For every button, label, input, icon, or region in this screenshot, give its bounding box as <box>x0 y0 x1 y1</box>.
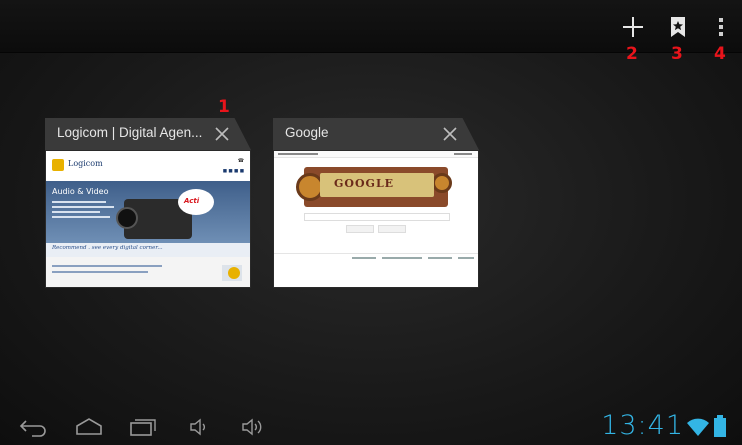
footer-logo-icon <box>228 267 240 279</box>
clock: 13:41 <box>601 410 684 441</box>
doodle-wheel-right <box>432 173 452 193</box>
logicom-logo-icon <box>52 159 64 171</box>
new-tab-button[interactable] <box>620 14 646 40</box>
lucky-button <box>378 225 406 233</box>
footer-link <box>458 257 474 259</box>
wifi-icon <box>687 418 709 436</box>
recent-apps-icon <box>130 419 156 436</box>
tab-close-button[interactable] <box>213 125 231 143</box>
topbar-links <box>278 153 318 155</box>
recent-apps-button[interactable] <box>128 417 158 441</box>
battery-icon <box>714 415 726 437</box>
tab-google[interactable]: Google GOOGLE <box>273 118 479 288</box>
tab-title: Logicom | Digital Agen... <box>57 125 203 140</box>
tab-thumbnail[interactable]: Logicom ☎ ■ ■ ■ ■ Audio & Video Acti Rec… <box>45 150 251 288</box>
tab-title: Google <box>285 125 329 140</box>
badge-text: Acti <box>184 197 200 205</box>
close-icon <box>215 127 229 141</box>
callout-4: 4 <box>714 44 726 64</box>
hero-line <box>52 201 106 203</box>
footer-link <box>382 257 422 259</box>
home-button[interactable] <box>74 416 104 440</box>
volume-up-button[interactable] <box>240 418 268 440</box>
tab-close-button[interactable] <box>441 125 459 143</box>
tagline-text: Recommend . see every digital corner... <box>52 245 163 251</box>
hero-line <box>52 216 110 218</box>
hero-line <box>52 206 114 208</box>
volume-down-icon <box>190 418 205 436</box>
callout-3: 3 <box>671 44 683 64</box>
volume-up-icon <box>242 418 262 436</box>
hero-title: Audio & Video <box>52 187 109 196</box>
footer-divider <box>274 253 478 254</box>
logo-text: Logicom <box>68 159 103 168</box>
search-box <box>304 213 450 221</box>
volume-down-button[interactable] <box>188 418 212 440</box>
hero-line <box>52 211 100 213</box>
plus-icon <box>623 17 643 37</box>
footer-link <box>352 257 376 259</box>
home-icon <box>76 418 102 435</box>
tab-logicom[interactable]: Logicom | Digital Agen... Logicom ☎ ■ ■ … <box>45 118 251 288</box>
callout-2: 2 <box>626 44 638 64</box>
close-icon <box>443 127 457 141</box>
back-icon <box>19 420 46 437</box>
footer-link <box>428 257 452 259</box>
phone-text: ☎ <box>237 158 244 164</box>
bookmarks-button[interactable] <box>665 14 691 40</box>
body-line <box>52 265 162 267</box>
body-line <box>52 271 148 273</box>
search-button <box>346 225 374 233</box>
wifi-indicator <box>686 417 710 441</box>
battery-indicator <box>713 414 727 442</box>
bookmark-star-icon <box>671 17 685 37</box>
overflow-menu-button[interactable] <box>708 14 734 40</box>
nav-bar: ■ ■ ■ ■ <box>222 169 244 174</box>
back-button[interactable] <box>18 417 48 441</box>
topbar-signin <box>454 153 472 155</box>
overflow-menu-icon <box>719 18 723 36</box>
doodle-text: GOOGLE <box>334 177 395 190</box>
tab-thumbnail[interactable]: GOOGLE <box>273 150 479 288</box>
camera-lens <box>116 207 138 229</box>
callout-1: 1 <box>218 97 230 117</box>
